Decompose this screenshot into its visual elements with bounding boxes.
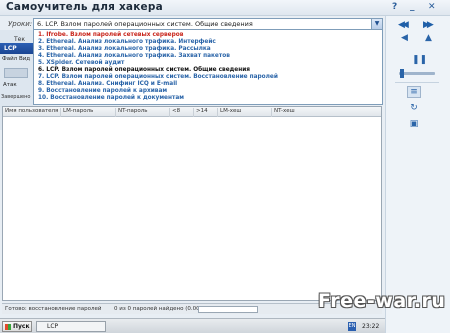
subtitles-icon[interactable]: ≡ xyxy=(407,86,421,98)
fast-forward-icon[interactable]: ▶▶ xyxy=(423,20,434,30)
title-bar: Самоучитель для хакера ? _ ✕ xyxy=(0,0,450,16)
lesson-item[interactable]: 3. Ethereal. Анализ локального трафика. … xyxy=(38,46,211,52)
pause-icon[interactable]: ❚❚ xyxy=(412,55,427,65)
lesson-item[interactable]: 6. LCP. Взлом паролей операционных систе… xyxy=(38,67,250,73)
lesson-item[interactable]: 2. Ethereal. Анализ локального трафика. … xyxy=(38,39,216,45)
column-header[interactable]: Имя пользователя xyxy=(3,108,58,117)
language-indicator[interactable]: EN xyxy=(348,322,356,331)
taskbar-item-lcp[interactable]: LCP xyxy=(36,321,106,332)
clock: 23:22 xyxy=(362,323,380,330)
lesson-item[interactable]: 4. Ethereal. Анализ локального трафика. … xyxy=(38,53,230,59)
print-icon[interactable]: ▣ xyxy=(407,119,421,129)
lesson-select[interactable]: 6. LCP. Взлом паролей операционных систе… xyxy=(33,18,383,30)
volume-slider-thumb[interactable] xyxy=(400,69,404,78)
column-header[interactable]: >14 xyxy=(193,108,208,117)
help-button[interactable]: ? xyxy=(392,2,397,12)
lesson-select-value: 6. LCP. Взлом паролей операционных систе… xyxy=(37,20,253,28)
lesson-item[interactable]: 1. Ifrobe. Взлом паролей сетевых серверо… xyxy=(38,32,183,38)
lcp-title: LCP xyxy=(4,45,17,52)
taskbar-item-label: LCP xyxy=(47,323,59,330)
status-right: 0 из 0 паролей найдено (0.000%) xyxy=(114,306,211,312)
column-header[interactable]: LM-пароль xyxy=(60,108,93,117)
divider xyxy=(395,82,439,83)
column-header[interactable]: NT-пароль xyxy=(115,108,148,117)
rewind-icon[interactable]: ◀◀ xyxy=(398,20,409,30)
lesson-item[interactable]: 7. LCP. Взлом паролей операционных систе… xyxy=(38,74,278,80)
taskbar: Пуск LCP EN 23:22 xyxy=(0,318,385,333)
lcp-title-bar: LCP xyxy=(0,43,33,54)
close-button[interactable]: ✕ xyxy=(428,2,436,12)
attack-checkbox-label[interactable]: Атак xyxy=(3,82,17,88)
dropdown-arrow-icon[interactable]: ▼ xyxy=(371,19,382,29)
back-arrow-icon[interactable]: ◀ xyxy=(401,33,408,43)
start-label: Пуск xyxy=(13,323,30,330)
text-label: Тек xyxy=(14,36,25,43)
watermark: Free-war.ru xyxy=(318,290,446,312)
password-table: Имя пользователя LM-пароль NT-пароль <8 … xyxy=(2,106,382,301)
volume-slider-track[interactable] xyxy=(399,72,435,75)
up-arrow-icon[interactable]: ▲ xyxy=(425,33,432,43)
lesson-item[interactable]: 10. Восстановление паролей к документам xyxy=(38,95,184,101)
lesson-item[interactable]: 8. Ethereal. Анализ. Снифинг ICQ и E-mai… xyxy=(38,81,177,87)
lcp-side-label: Завершено xyxy=(1,94,31,100)
column-header[interactable]: NT-хеш xyxy=(271,108,295,117)
progress-bar xyxy=(198,306,258,313)
column-header[interactable]: LM-хеш xyxy=(217,108,241,117)
minimize-button[interactable]: _ xyxy=(410,2,415,12)
lcp-toolbar[interactable] xyxy=(4,68,28,78)
start-button[interactable]: Пуск xyxy=(2,321,32,332)
app-title: Самоучитель для хакера xyxy=(6,1,163,13)
column-header[interactable]: <8 xyxy=(169,108,180,117)
lessons-label: Уроки: xyxy=(8,20,33,28)
refresh-icon[interactable]: ↻ xyxy=(407,103,421,113)
table-header: Имя пользователя LM-пароль NT-пароль <8 … xyxy=(3,107,381,117)
lesson-item[interactable]: 9. Восстановление паролей к архивам xyxy=(38,88,167,94)
lesson-item[interactable]: 5. XSpider. Сетевой аудит xyxy=(38,60,124,66)
lesson-dropdown-list: 1. Ifrobe. Взлом паролей сетевых серверо… xyxy=(33,30,383,105)
lcp-menu[interactable]: Файл Вид xyxy=(2,56,30,62)
status-left: Готово: восстановление паролей xyxy=(5,306,102,312)
